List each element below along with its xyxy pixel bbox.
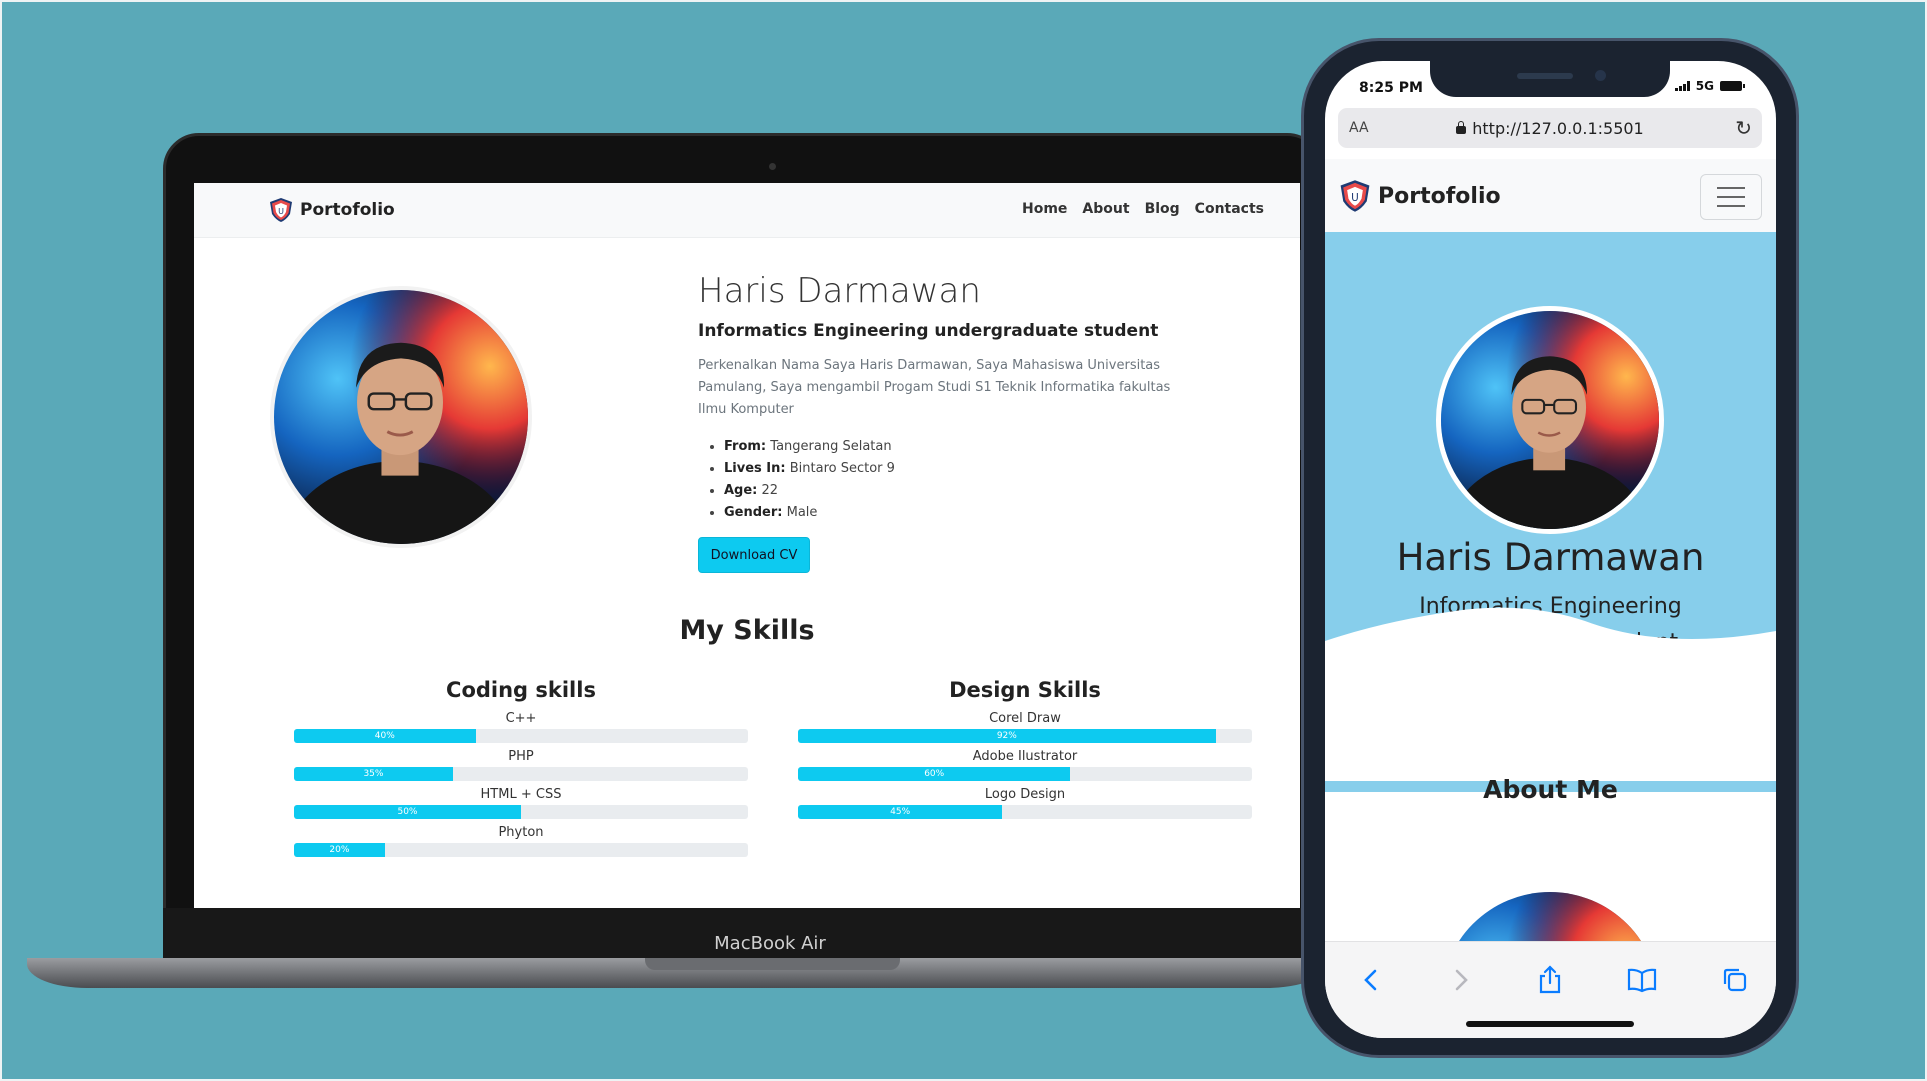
profile-name: Haris Darmawan [698,271,981,311]
skill-progress-bar: 35% [294,767,748,781]
phone-notch [1430,61,1670,97]
design-skills: Design Skills Corel Draw 92% Adobe Ilustra… [798,678,1252,823]
skill-item: C++ 40% [294,709,748,743]
profile-description: Perkenalkan Nama Saya Haris Darmawan, Sa… [698,358,1171,417]
skill-item: Logo Design 45% [798,785,1252,819]
url-display[interactable]: http://127.0.0.1:5501 [1338,119,1762,138]
device-label: MacBook Air [714,933,826,954]
skill-progress-bar: 50% [294,805,748,819]
skill-name: Phyton [498,825,544,840]
skill-progress-fill: 45% [798,805,1003,819]
url-text: http://127.0.0.1:5501 [1472,119,1644,138]
skill-name: Logo Design [984,787,1066,802]
back-icon[interactable] [1351,960,1391,1000]
coding-skills-title: Coding skills [446,678,596,702]
mobile-profile-name: Haris Darmawan [1396,536,1705,579]
profile-role: Informatics Engineering undergraduate st… [698,321,1159,341]
coding-skills: Coding skills C++ 40% PHP 35% HTML + CSS 50% P… [294,678,748,861]
skill-item: PHP 35% [294,747,748,781]
profile-photo [270,286,532,548]
skill-progress-fill: 35% [294,767,453,781]
status-time: 8:25 PM [1359,80,1423,96]
nav-home[interactable]: Home [1022,201,1067,217]
skill-progress-bar: 60% [798,767,1252,781]
svg-text:U: U [1351,192,1359,204]
laptop-camera [769,163,776,170]
skill-name: HTML + CSS [480,787,562,802]
brand-link[interactable]: U Portofolio [268,197,395,223]
nav-contacts[interactable]: Contacts [1195,201,1264,217]
skill-progress-fill: 20% [294,843,385,857]
skill-name: Adobe Ilustrator [972,749,1078,764]
coding-skills-list: C++ 40% PHP 35% HTML + CSS 50% Phyton 20% [294,709,748,857]
hamburger-icon[interactable] [1700,174,1762,220]
tabs-icon[interactable] [1715,960,1755,1000]
about-title: About Me [1483,775,1618,804]
status-indicators: 5G [1674,79,1745,93]
laptop-trackpad-notch [645,958,900,970]
home-indicator [1466,1021,1634,1027]
skill-progress-fill: 40% [294,729,476,743]
brand-name: Portofolio [300,200,395,220]
profile-details: From: Tangerang Selatan Lives In: Bintar… [698,436,895,524]
skill-item: Corel Draw 92% [798,709,1252,743]
address-bar[interactable]: AA http://127.0.0.1:5501 ↻ [1338,108,1762,148]
skill-progress-fill: 60% [798,767,1071,781]
skill-name: C++ [505,711,537,726]
bookmarks-icon[interactable] [1622,960,1662,1000]
detail-age: Age: 22 [724,480,895,502]
skill-progress-bar: 92% [798,729,1252,743]
profile-photo-image [274,290,528,544]
design-skills-list: Corel Draw 92% Adobe Ilustrator 60% Logo Des… [798,709,1252,819]
skill-name: PHP [508,749,534,764]
design-skills-title: Design Skills [949,678,1101,702]
skill-item: Adobe Ilustrator 60% [798,747,1252,781]
mobile-brand-link[interactable]: U Portofolio [1338,179,1501,213]
laptop-screen: U Portofolio Home About Blog Contacts Ha… [194,183,1300,908]
mobile-profile-photo-image [1441,311,1659,529]
download-cv-button[interactable]: Download CV [698,537,810,573]
nav-about[interactable]: About [1082,201,1129,217]
skill-progress-bar: 45% [798,805,1252,819]
skills-title: My Skills [679,615,815,646]
signal-icon [1674,81,1690,91]
nav-blog[interactable]: Blog [1145,201,1180,217]
mobile-brand-name: Portofolio [1378,183,1501,209]
battery-icon [1720,81,1745,91]
detail-lives-in: Lives In: Bintaro Sector 9 [724,458,895,480]
notch-camera [1595,70,1606,81]
detail-gender: Gender: Male [724,502,895,524]
shield-logo-icon: U [270,198,292,222]
skill-name: Corel Draw [989,711,1061,726]
hero-wave-divider [1325,607,1776,781]
share-icon[interactable] [1530,960,1570,1000]
skill-item: HTML + CSS 50% [294,785,748,819]
network-label: 5G [1695,79,1714,93]
skill-item: Phyton 20% [294,823,748,857]
mobile-navbar: U Portofolio [1325,159,1776,232]
lock-icon [1456,121,1467,134]
reload-icon[interactable]: ↻ [1735,116,1752,140]
nav-menu: Home About Blog Contacts [1022,201,1264,217]
shield-logo-icon: U [1340,180,1370,212]
skill-progress-bar: 40% [294,729,748,743]
navbar: U Portofolio Home About Blog Contacts [194,183,1300,238]
skill-progress-bar: 20% [294,843,748,857]
phone-screen: 8:25 PM 5G AA http://127.0.0.1:5501 ↻ U … [1325,61,1776,1038]
skill-progress-fill: 92% [798,729,1216,743]
skill-progress-fill: 50% [294,805,521,819]
detail-from: From: Tangerang Selatan [724,436,895,458]
forward-icon[interactable] [1441,960,1481,1000]
notch-speaker [1517,73,1573,79]
svg-text:U: U [278,207,284,216]
mobile-profile-photo [1436,306,1664,534]
